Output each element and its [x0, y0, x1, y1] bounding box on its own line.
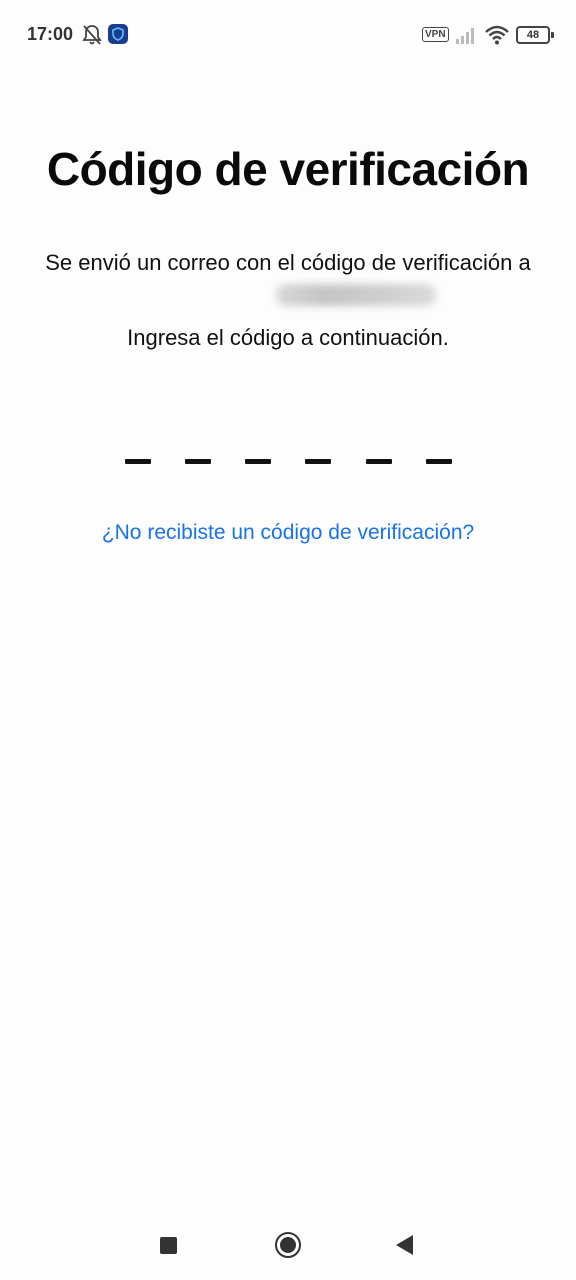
- page-title: Código de verificación: [46, 143, 530, 195]
- description-line-2: Ingresa el código a continuación.: [127, 325, 449, 350]
- code-slot-5[interactable]: [366, 459, 392, 464]
- wifi-icon: [485, 25, 509, 45]
- recent-apps-button[interactable]: [160, 1237, 177, 1254]
- shield-app-icon: [108, 24, 128, 44]
- verification-description: Se envió un correo con el código de veri…: [30, 247, 546, 353]
- status-time: 17:00: [27, 24, 74, 44]
- code-slot-1[interactable]: [125, 459, 151, 464]
- status-bar: 17:00 VPN 48: [0, 0, 576, 68]
- back-button[interactable]: [396, 1235, 413, 1255]
- description-line-1: Se envió un correo con el código de veri…: [45, 250, 531, 275]
- home-button[interactable]: [275, 1232, 301, 1258]
- code-input[interactable]: [0, 445, 576, 485]
- code-slot-6[interactable]: [426, 459, 452, 464]
- system-nav-bar: [0, 1210, 576, 1280]
- code-slot-4[interactable]: [305, 459, 331, 464]
- redacted-email: [275, 284, 436, 307]
- battery-icon: 48: [516, 26, 554, 44]
- bell-off-icon: [82, 25, 102, 45]
- resend-code-link[interactable]: ¿No recibiste un código de verificación?: [0, 521, 576, 545]
- code-slot-2[interactable]: [185, 459, 211, 464]
- signal-icon: [456, 28, 474, 44]
- code-slot-3[interactable]: [245, 459, 271, 464]
- vpn-icon: VPN: [422, 27, 449, 42]
